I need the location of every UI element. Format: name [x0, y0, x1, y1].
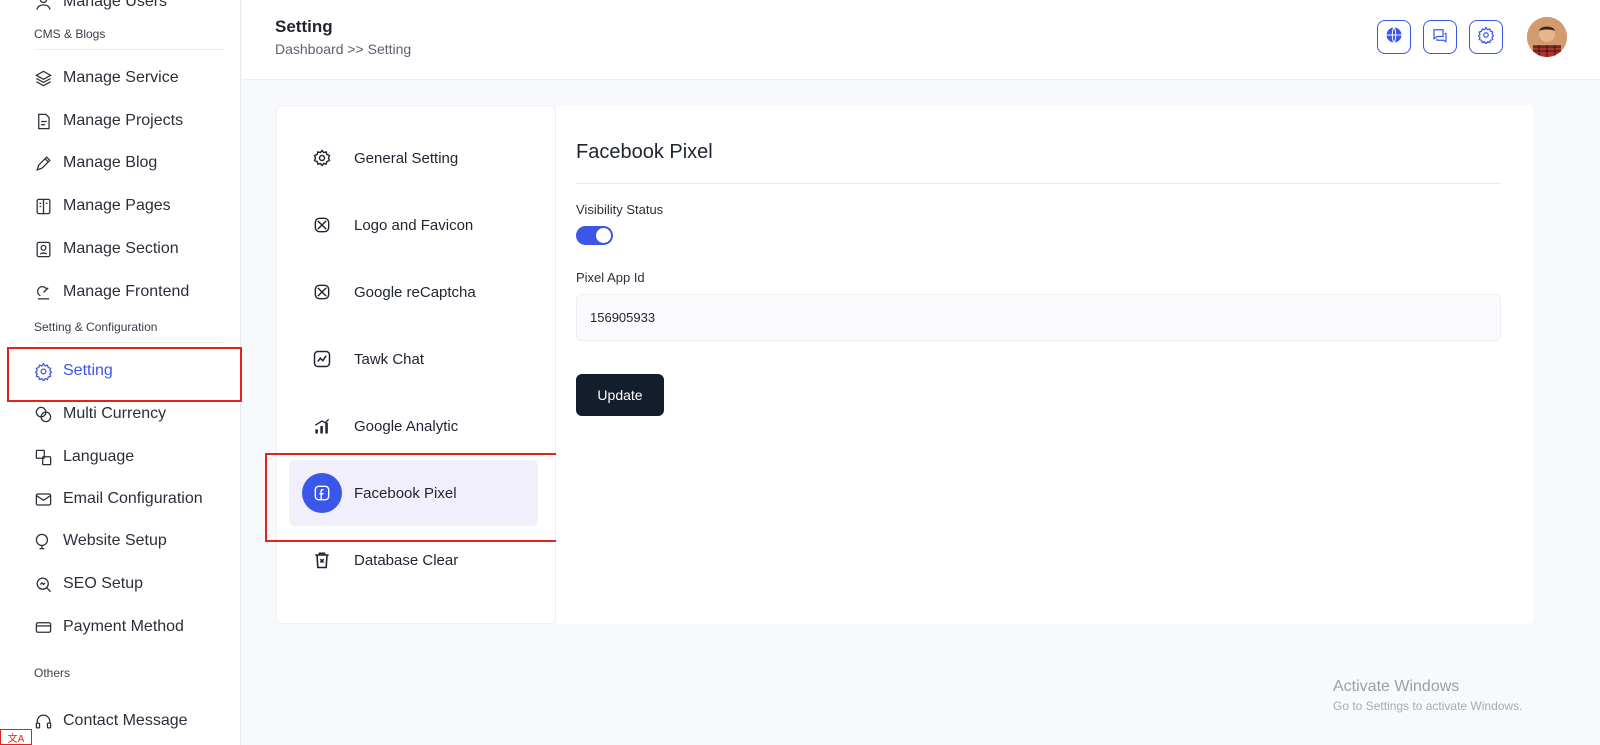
sidebar-section-cms: CMS & Blogs	[34, 27, 224, 50]
settings-button[interactable]	[1469, 20, 1503, 54]
panel-title: Facebook Pixel	[576, 141, 713, 163]
gear-icon	[33, 361, 53, 381]
pages-icon	[33, 196, 53, 216]
user-avatar[interactable]	[1527, 17, 1567, 57]
sidebar-item-label: Multi Currency	[63, 405, 167, 422]
chat-icon	[1431, 26, 1449, 49]
project-icon	[33, 111, 53, 131]
frontend-icon	[33, 282, 53, 302]
sidebar-item-manage-users[interactable]: Manage Users	[33, 0, 167, 14]
sidebar-item-manage-service[interactable]: Manage Service	[33, 66, 179, 90]
settings-menu-label: General Setting	[354, 149, 459, 167]
settings-menu: General Setting Logo and Favicon Google …	[276, 105, 556, 624]
headset-icon	[33, 711, 53, 731]
facebook-icon	[302, 473, 342, 513]
sidebar-item-label: Email Configuration	[63, 490, 203, 507]
page-title: Setting	[275, 17, 333, 36]
gear-icon	[302, 138, 342, 178]
stack-icon	[33, 68, 53, 88]
sidebar-section-others: Others	[34, 666, 71, 680]
sidebar-item-label: Manage Projects	[63, 112, 184, 129]
sidebar-item-label: Setting	[63, 362, 113, 379]
sidebar: Manage Users CMS & Blogs Manage Service …	[0, 0, 241, 745]
settings-menu-label: Google reCaptcha	[354, 283, 476, 301]
currency-icon	[33, 404, 53, 424]
sidebar-item-seo-setup[interactable]: SEO Setup	[33, 572, 143, 596]
seo-icon	[33, 574, 53, 594]
settings-menu-google-recaptcha[interactable]: Google reCaptcha	[289, 259, 538, 325]
settings-menu-label: Tawk Chat	[354, 350, 425, 368]
sidebar-item-contact-message[interactable]: Contact Message	[33, 709, 188, 733]
update-button[interactable]: Update	[576, 374, 664, 416]
sidebar-item-label: Manage Pages	[63, 197, 171, 214]
blog-icon	[33, 153, 53, 173]
sidebar-item-label: Manage Service	[63, 69, 179, 86]
settings-menu-label: Database Clear	[354, 551, 459, 569]
analytics-icon	[302, 406, 342, 446]
sidebar-item-email-configuration[interactable]: Email Configuration	[33, 487, 203, 511]
section-icon	[33, 239, 53, 259]
sidebar-item-label: Contact Message	[63, 712, 188, 729]
breadcrumb: Dashboard >> Setting	[275, 41, 412, 57]
trash-icon	[302, 540, 342, 580]
sidebar-item-label: Language	[63, 448, 135, 465]
panel-divider	[576, 183, 1501, 184]
visibility-status-toggle[interactable]	[576, 226, 613, 245]
activate-windows-title: Activate Windows	[1333, 678, 1460, 695]
sidebar-item-manage-blog[interactable]: Manage Blog	[33, 151, 157, 175]
sidebar-item-manage-section[interactable]: Manage Section	[33, 237, 179, 261]
sidebar-item-label: Manage Frontend	[63, 283, 190, 300]
sidebar-item-manage-projects[interactable]: Manage Projects	[33, 109, 183, 133]
toggle-knob	[596, 228, 611, 243]
sidebar-section-setting: Setting & Configuration	[34, 320, 224, 343]
image-icon	[302, 205, 342, 245]
sidebar-item-language[interactable]: Language	[33, 445, 134, 469]
pixel-app-id-label: Pixel App Id	[576, 270, 645, 285]
sidebar-item-label: Manage Blog	[63, 154, 158, 171]
settings-menu-label: Facebook Pixel	[354, 484, 457, 502]
translate-badge-icon[interactable]: 文A	[0, 729, 32, 745]
sidebar-item-website-setup[interactable]: Website Setup	[33, 529, 167, 553]
top-header: Setting Dashboard >> Setting	[242, 0, 1600, 80]
settings-menu-label: Logo and Favicon	[354, 216, 474, 234]
sidebar-item-label: Manage Users	[63, 0, 168, 10]
language-icon	[33, 447, 53, 467]
settings-menu-tawk-chat[interactable]: Tawk Chat	[289, 326, 538, 392]
messages-button[interactable]	[1423, 20, 1457, 54]
sidebar-item-payment-method[interactable]: Payment Method	[33, 615, 184, 639]
activate-windows-subtitle: Go to Settings to activate Windows.	[1333, 699, 1523, 713]
sidebar-item-label: Payment Method	[63, 618, 184, 635]
sidebar-item-label: SEO Setup	[63, 575, 144, 592]
website-icon	[33, 531, 53, 551]
email-icon	[33, 489, 53, 509]
settings-menu-database-clear[interactable]: Database Clear	[289, 527, 538, 593]
settings-menu-facebook-pixel[interactable]: Facebook Pixel	[289, 460, 538, 526]
sidebar-item-manage-pages[interactable]: Manage Pages	[33, 194, 171, 218]
globe-icon	[1385, 26, 1403, 49]
pixel-app-id-input[interactable]	[576, 294, 1501, 341]
settings-menu-general-setting[interactable]: General Setting	[289, 125, 538, 191]
payment-icon	[33, 617, 53, 637]
user-icon	[33, 0, 53, 12]
settings-menu-label: Google Analytic	[354, 417, 459, 435]
chart-icon	[302, 339, 342, 379]
settings-menu-logo-favicon[interactable]: Logo and Favicon	[289, 192, 538, 258]
facebook-pixel-panel: Facebook Pixel Visibility Status Pixel A…	[556, 105, 1534, 624]
sidebar-item-label: Manage Section	[63, 240, 179, 257]
sidebar-item-manage-frontend[interactable]: Manage Frontend	[33, 280, 189, 304]
sidebar-item-label: Website Setup	[63, 532, 167, 549]
gear-icon	[1477, 25, 1495, 49]
sidebar-item-setting[interactable]: Setting	[33, 359, 113, 383]
settings-menu-google-analytic[interactable]: Google Analytic	[289, 393, 538, 459]
visibility-status-label: Visibility Status	[576, 202, 664, 217]
language-globe-button[interactable]	[1377, 20, 1411, 54]
sidebar-item-multi-currency[interactable]: Multi Currency	[33, 402, 166, 426]
captcha-icon	[302, 272, 342, 312]
